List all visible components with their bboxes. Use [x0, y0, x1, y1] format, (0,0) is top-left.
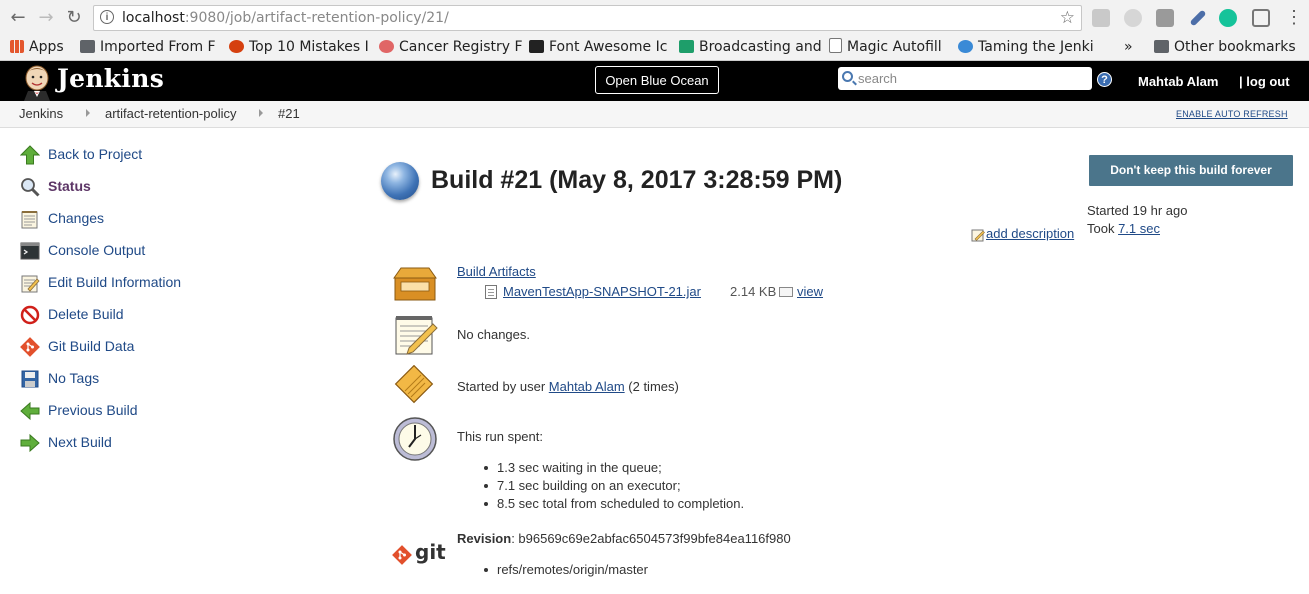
react-extension-icon[interactable]	[1124, 9, 1142, 27]
logout-link[interactable]: log out	[1246, 74, 1289, 89]
package-box-icon	[393, 267, 437, 301]
medium-icon	[679, 40, 694, 53]
sidebar-item-label[interactable]: Next Build	[48, 434, 112, 450]
breadcrumb-separator-icon[interactable]	[259, 109, 263, 117]
sidebar-item-label[interactable]: Edit Build Information	[48, 274, 181, 290]
sidebar-item-label[interactable]: Delete Build	[48, 306, 124, 322]
build-duration: Took 7.1 sec	[1087, 221, 1160, 236]
breadcrumb-jenkins[interactable]: Jenkins	[19, 106, 63, 121]
sidebar-item-label[interactable]: Back to Project	[48, 146, 142, 162]
bookmark-font-awesome[interactable]: Font Awesome Ic	[529, 38, 667, 56]
duration-link[interactable]: 7.1 sec	[1118, 221, 1160, 236]
logout-area: | log out	[1239, 74, 1290, 89]
sidebar-item-label[interactable]: Previous Build	[48, 402, 138, 418]
apps-grid-icon	[10, 40, 24, 53]
clock-icon	[393, 417, 437, 461]
user-link[interactable]: Mahtab Alam	[1138, 74, 1218, 89]
dont-keep-forever-button[interactable]: Don't keep this build forever	[1089, 155, 1293, 186]
sidebar-item-label[interactable]: Console Output	[48, 242, 145, 258]
build-status-ball-icon	[381, 162, 419, 200]
breadcrumb-separator-icon[interactable]	[86, 109, 90, 117]
info-icon[interactable]: i	[100, 10, 114, 24]
fingerprint-view-icon	[779, 287, 793, 297]
up-arrow-icon	[20, 145, 40, 165]
search-box[interactable]	[838, 67, 1092, 90]
open-blue-ocean-button[interactable]: Open Blue Ocean	[595, 66, 719, 94]
rss-extension-icon[interactable]	[1092, 9, 1110, 27]
grammarly-extension-icon[interactable]	[1219, 9, 1237, 27]
jenkins-butler-logo[interactable]	[20, 64, 54, 101]
artifact-file-link[interactable]: MavenTestApp-SNAPSHOT-21.jar	[503, 284, 701, 299]
timing-item: 8.5 sec total from scheduled to completi…	[483, 496, 745, 511]
menu-icon[interactable]: ⋮	[1285, 8, 1303, 27]
magnifier-icon	[21, 178, 40, 197]
git-logo-icon	[392, 545, 412, 565]
revision-text: Revision: b96569c69e2abfac6504573f99bfe8…	[457, 531, 791, 546]
left-arrow-icon	[20, 401, 40, 421]
sidebar-item-label[interactable]: Git Build Data	[48, 338, 134, 354]
url-text: localhost:9080/job/artifact-retention-po…	[122, 10, 449, 26]
artifact-size: 2.14 KB	[730, 284, 777, 299]
started-ago: Started 19 hr ago	[1087, 203, 1188, 218]
sidebar-item-label[interactable]: Status	[48, 178, 91, 194]
sidebar-item-label[interactable]: Changes	[48, 210, 104, 226]
angular-extension-icon[interactable]	[1156, 9, 1174, 27]
edit-description-icon[interactable]	[971, 228, 985, 242]
site-icon	[958, 40, 973, 53]
back-icon[interactable]: ←	[8, 8, 28, 28]
git-icon	[20, 337, 40, 357]
sidebar-item-label[interactable]: No Tags	[48, 370, 99, 386]
page-icon	[829, 38, 842, 53]
jenkins-title[interactable]: Jenkins	[57, 64, 164, 93]
file-icon	[485, 285, 497, 299]
help-icon[interactable]: ?	[1097, 72, 1112, 87]
reload-icon[interactable]: ↻	[64, 8, 84, 28]
notepad-edit-icon	[21, 275, 40, 293]
flag-icon	[529, 40, 544, 53]
breadcrumb-build[interactable]: #21	[278, 106, 300, 121]
git-logo-text: git	[415, 540, 446, 564]
bookmark-star-icon[interactable]: ☆	[1060, 8, 1075, 28]
view-artifact-link[interactable]: view	[797, 284, 823, 299]
bookmark-taming-jenkins[interactable]: Taming the Jenki	[958, 38, 1094, 56]
search-icon	[842, 71, 853, 82]
folder-icon	[80, 40, 95, 53]
build-artifacts-link[interactable]: Build Artifacts	[457, 264, 536, 279]
site-icon	[229, 40, 244, 53]
timing-item: 1.3 sec waiting in the queue;	[484, 460, 662, 475]
other-bookmarks[interactable]: Other bookmarks	[1154, 38, 1296, 56]
started-by-text: Started by user Mahtab Alam (2 times)	[457, 379, 679, 394]
bookmark-magic-autofill[interactable]: Magic Autofill	[829, 38, 942, 56]
logout-separator: |	[1239, 74, 1243, 89]
enable-auto-refresh-link[interactable]: ENABLE AUTO REFRESH	[1176, 109, 1288, 119]
notepad-icon	[21, 211, 38, 229]
cause-user-icon	[394, 365, 434, 404]
timing-item: 7.1 sec building on an executor;	[484, 478, 681, 493]
breadcrumb-job[interactable]: artifact-retention-policy	[105, 106, 237, 121]
started-by-user-link[interactable]: Mahtab Alam	[549, 379, 625, 394]
search-input[interactable]	[858, 69, 1086, 87]
right-arrow-icon	[20, 433, 40, 453]
bookmarks-overflow[interactable]: »	[1124, 38, 1133, 56]
forward-icon[interactable]: →	[36, 8, 56, 28]
bookmark-imported[interactable]: Imported From F	[80, 38, 216, 56]
bookmark-broadcasting[interactable]: Broadcasting and	[679, 38, 822, 56]
address-bar[interactable]: i localhost:9080/job/artifact-retention-…	[93, 5, 1082, 31]
branch-item: refs/remotes/origin/master	[484, 562, 648, 577]
bookmark-cancer-registry[interactable]: Cancer Registry F	[379, 38, 523, 56]
notepad-icon	[395, 316, 438, 355]
no-changes-text: No changes.	[457, 327, 530, 342]
folder-icon	[1154, 40, 1169, 53]
site-icon	[379, 40, 394, 53]
bookmark-apps[interactable]: Apps	[10, 38, 64, 56]
tab-extension-icon[interactable]	[1252, 9, 1270, 27]
run-spent-heading: This run spent:	[457, 429, 543, 444]
add-description-link[interactable]: add description	[986, 226, 1074, 241]
bookmark-top10[interactable]: Top 10 Mistakes I	[229, 38, 369, 56]
page-title: Build #21 (May 8, 2017 3:28:59 PM)	[431, 166, 843, 194]
terminal-icon	[20, 242, 40, 260]
save-icon	[21, 370, 39, 388]
no-entry-icon	[20, 305, 40, 325]
